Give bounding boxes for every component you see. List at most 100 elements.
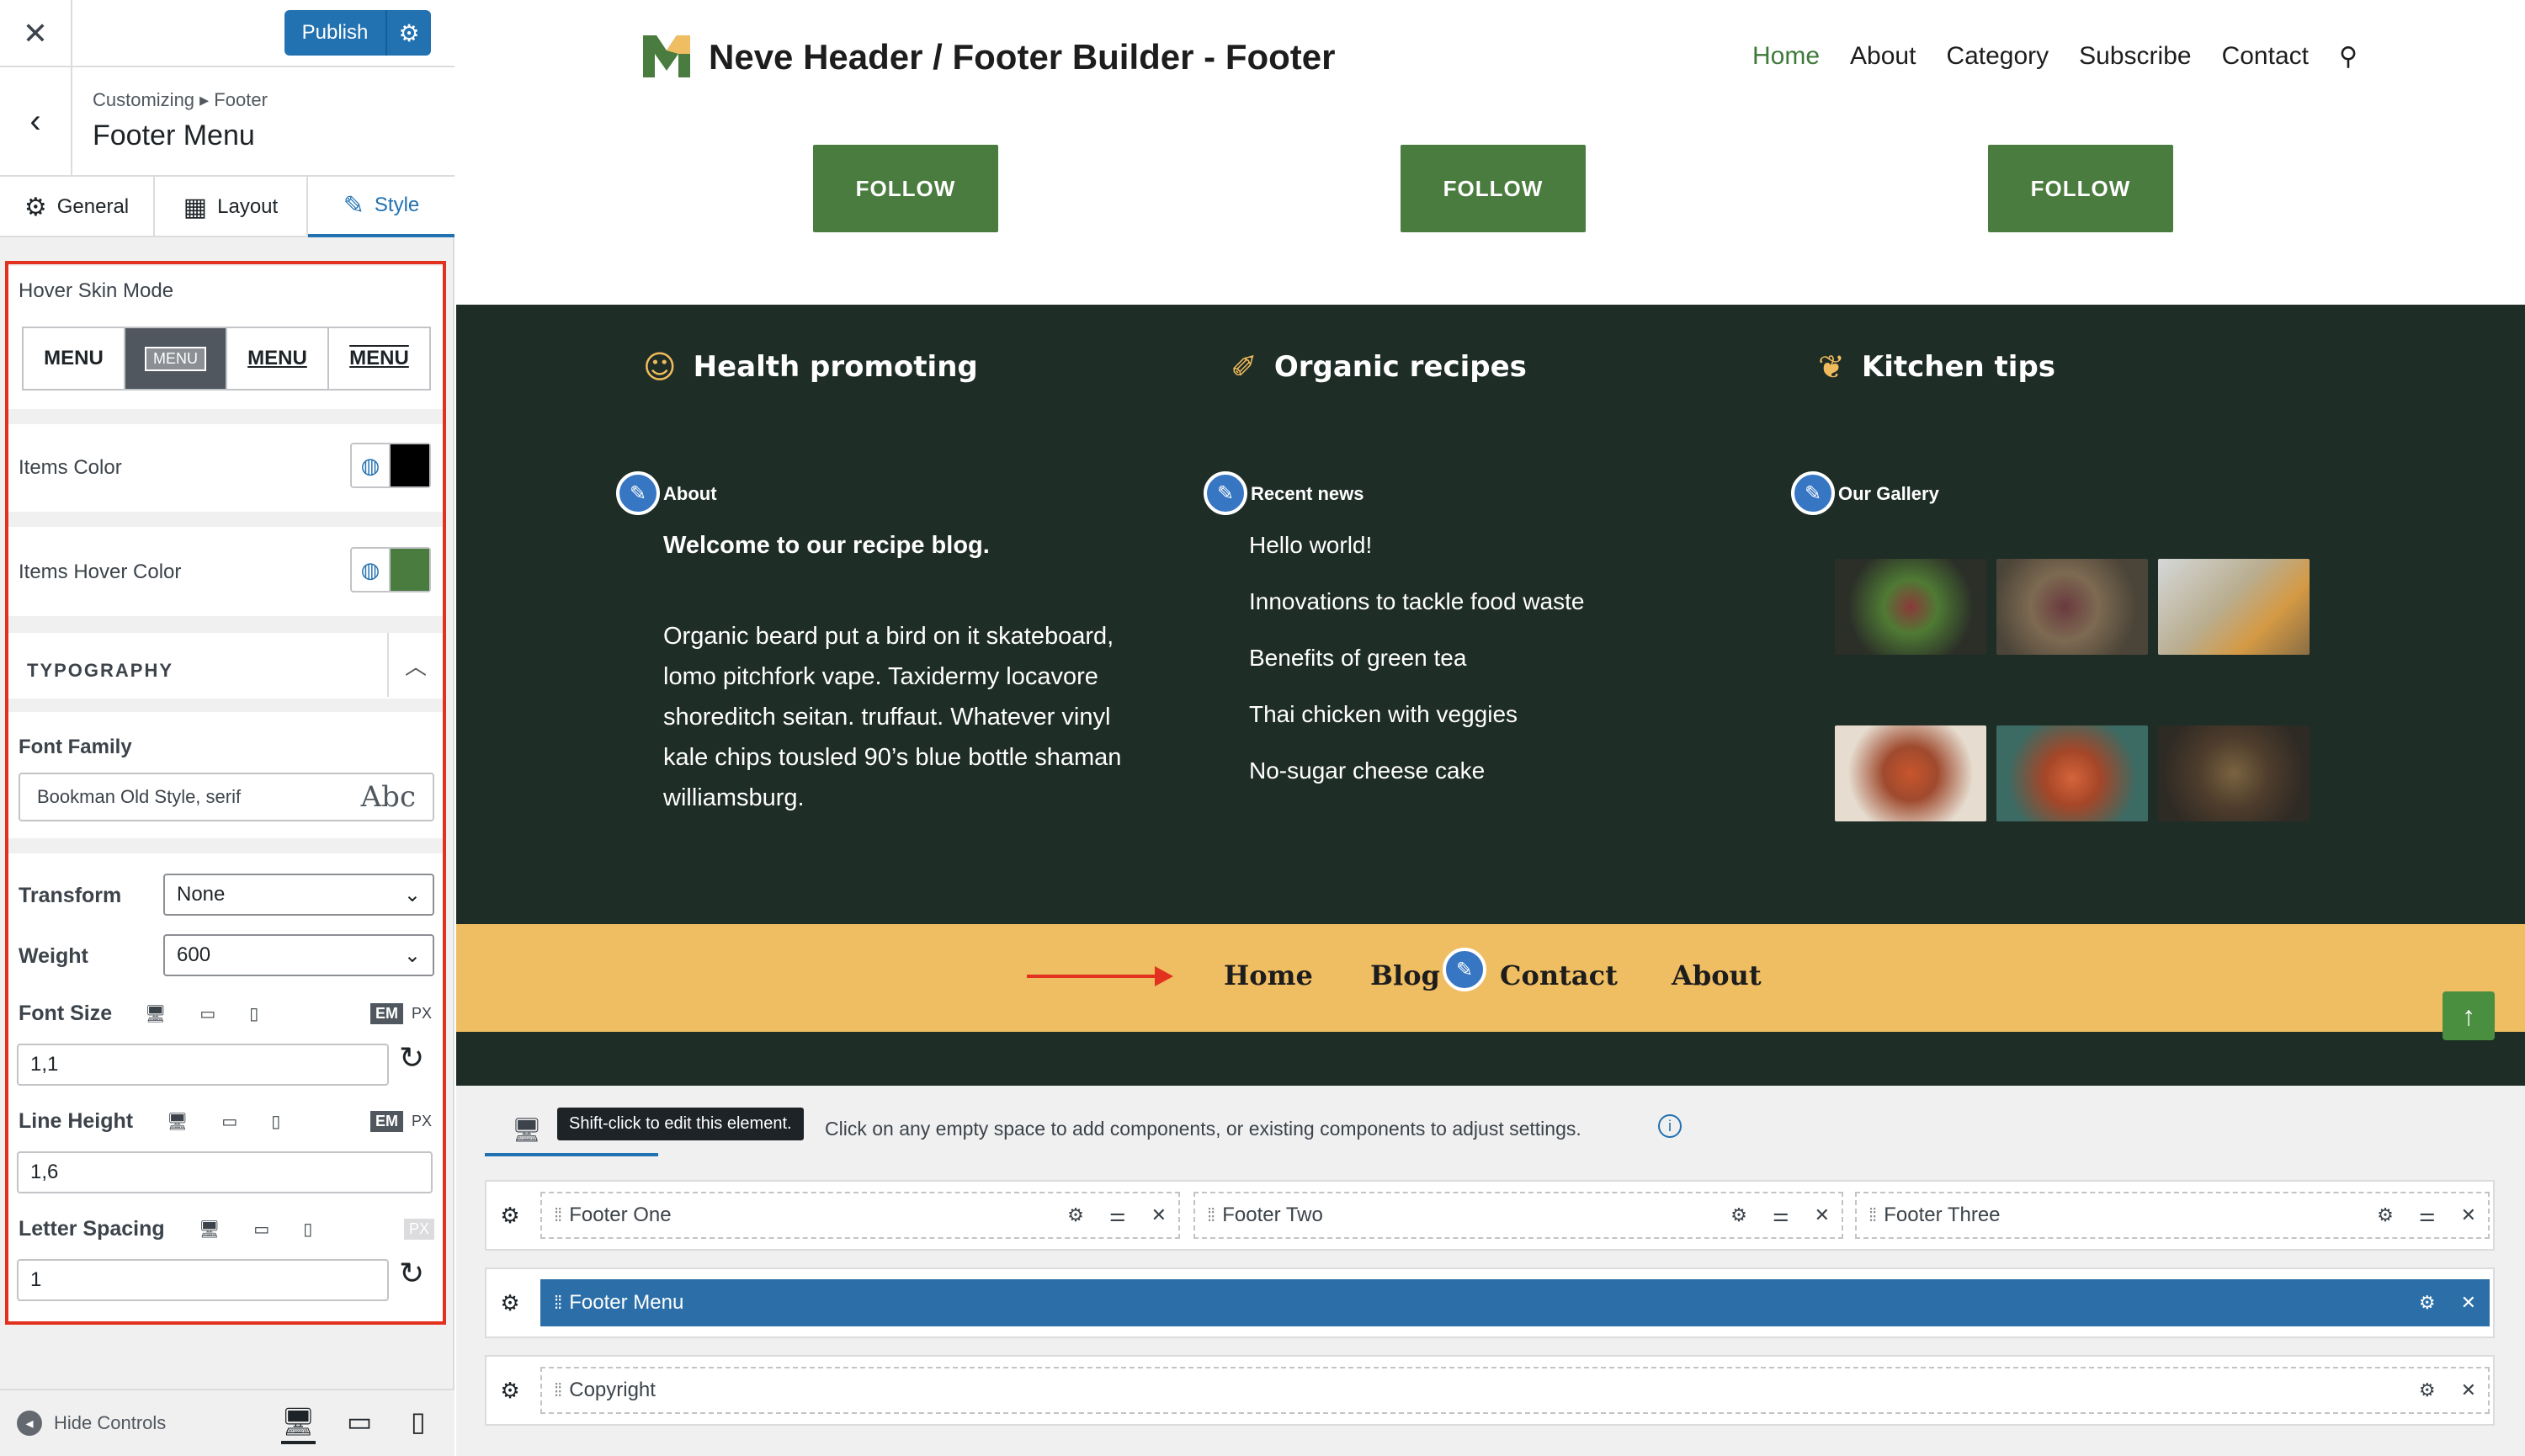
hide-controls-button[interactable]: ◂ Hide Controls bbox=[17, 1411, 166, 1436]
tab-layout[interactable]: ▦ Layout bbox=[155, 177, 308, 237]
mobile-icon[interactable]: ▯ bbox=[303, 1219, 312, 1240]
footer-menu-blog[interactable]: Blog bbox=[1370, 959, 1440, 991]
close-icon[interactable]: ✕ bbox=[2461, 1292, 2476, 1314]
color-swatch[interactable] bbox=[391, 549, 429, 591]
component-footer-menu[interactable]: ⁞⁞ Footer Menu ⚙ ✕ bbox=[540, 1279, 2490, 1326]
drag-handle-icon[interactable]: ⁞⁞ bbox=[554, 1379, 562, 1401]
gallery-image[interactable] bbox=[2158, 725, 2310, 821]
nav-item-category[interactable]: Category bbox=[1946, 42, 2049, 72]
row-settings-gear-icon[interactable]: ⚙ bbox=[486, 1357, 534, 1424]
nav-item-subscribe[interactable]: Subscribe bbox=[2079, 42, 2191, 72]
drag-handle-icon[interactable]: ⁞⁞ bbox=[1207, 1204, 1215, 1226]
gallery-image[interactable] bbox=[2158, 559, 2310, 655]
gallery-image[interactable] bbox=[1996, 725, 2148, 821]
close-icon[interactable]: ✕ bbox=[2461, 1204, 2476, 1226]
tablet-icon[interactable]: ▭ bbox=[253, 1219, 269, 1240]
news-item[interactable]: No-sugar cheese cake bbox=[1249, 757, 1584, 814]
sliders-icon[interactable]: ⚌ bbox=[1109, 1204, 1126, 1226]
unit-em[interactable]: EM bbox=[370, 1111, 403, 1132]
skin-option-plain[interactable]: MENU bbox=[24, 328, 125, 389]
drag-handle-icon[interactable]: ⁞⁞ bbox=[554, 1204, 562, 1226]
component-footer-three[interactable]: ⁞⁞ Footer Three ⚙ ⚌ ✕ bbox=[1855, 1192, 2490, 1239]
component-footer-one[interactable]: ⁞⁞ Footer One ⚙ ⚌ ✕ bbox=[540, 1192, 1180, 1239]
drag-handle-icon[interactable]: ⁞⁞ bbox=[554, 1292, 562, 1314]
desktop-icon[interactable]: 🖥 bbox=[512, 1116, 542, 1144]
gallery-image[interactable] bbox=[1996, 559, 2148, 655]
close-icon[interactable]: ✕ bbox=[1151, 1204, 1167, 1226]
edit-pencil-icon[interactable]: ✎ bbox=[1204, 471, 1247, 515]
back-chevron-icon[interactable]: ‹ bbox=[0, 67, 72, 175]
edit-pencil-icon[interactable]: ✎ bbox=[1791, 471, 1835, 515]
gear-icon[interactable]: ⚙ bbox=[2419, 1379, 2436, 1401]
chevron-up-icon[interactable]: ︿ bbox=[387, 633, 443, 697]
site-title[interactable]: Neve Header / Footer Builder - Footer bbox=[709, 37, 1335, 77]
gear-icon[interactable]: ⚙ bbox=[2377, 1204, 2394, 1226]
sliders-icon[interactable]: ⚌ bbox=[1773, 1204, 1789, 1226]
skin-option-border[interactable]: MENU bbox=[329, 328, 429, 389]
close-icon[interactable]: ✕ bbox=[2461, 1379, 2476, 1401]
edit-pencil-icon[interactable]: ✎ bbox=[616, 471, 660, 515]
news-item[interactable]: Hello world! bbox=[1249, 532, 1584, 588]
unit-px[interactable]: PX bbox=[412, 1005, 432, 1023]
footer-menu-contact[interactable]: Contact bbox=[1500, 959, 1618, 991]
desktop-icon[interactable]: 🖥 bbox=[167, 1111, 188, 1132]
tablet-icon[interactable]: ▭ bbox=[199, 1003, 215, 1024]
font-size-input[interactable]: 1,1 bbox=[17, 1044, 389, 1086]
skin-option-underline[interactable]: MENU bbox=[227, 328, 329, 389]
site-logo[interactable] bbox=[640, 29, 694, 82]
desktop-icon[interactable]: 🖥 bbox=[145, 1003, 166, 1024]
preview-mobile-icon[interactable]: ▯ bbox=[411, 1406, 426, 1437]
weight-select[interactable]: 600 ⌄ bbox=[163, 934, 434, 976]
row-settings-gear-icon[interactable]: ⚙ bbox=[486, 1269, 534, 1336]
letter-spacing-input[interactable]: 1 bbox=[17, 1259, 389, 1301]
skin-option-filled[interactable]: MENU bbox=[125, 328, 227, 389]
search-icon[interactable]: ⚲ bbox=[2339, 42, 2358, 72]
gallery-image[interactable] bbox=[1835, 725, 1986, 821]
items-hover-color-picker[interactable]: ◍ bbox=[350, 547, 431, 592]
line-height-input[interactable]: 1,6 bbox=[17, 1151, 433, 1193]
globe-icon[interactable]: ◍ bbox=[352, 444, 391, 486]
unit-em[interactable]: EM bbox=[370, 1003, 403, 1024]
desktop-icon[interactable]: 🖥 bbox=[199, 1219, 220, 1240]
color-swatch[interactable] bbox=[391, 444, 429, 486]
follow-button[interactable]: FOLLOW bbox=[813, 145, 998, 232]
footer-menu-about[interactable]: About bbox=[1672, 959, 1762, 991]
gear-icon[interactable]: ⚙ bbox=[1067, 1204, 1084, 1226]
edit-pencil-icon[interactable]: ✎ bbox=[1443, 948, 1486, 991]
tab-general[interactable]: ⚙ General bbox=[0, 177, 155, 237]
sliders-icon[interactable]: ⚌ bbox=[2419, 1204, 2436, 1226]
unit-px[interactable]: PX bbox=[404, 1219, 435, 1240]
globe-icon[interactable]: ◍ bbox=[352, 549, 391, 591]
row-settings-gear-icon[interactable]: ⚙ bbox=[486, 1182, 534, 1249]
component-footer-two[interactable]: ⁞⁞ Footer Two ⚙ ⚌ ✕ bbox=[1193, 1192, 1843, 1239]
footer-menu-home[interactable]: Home bbox=[1224, 959, 1313, 991]
news-item[interactable]: Innovations to tackle food waste bbox=[1249, 588, 1584, 645]
nav-item-contact[interactable]: Contact bbox=[2222, 42, 2309, 72]
tab-style[interactable]: ✎ Style bbox=[308, 177, 454, 237]
news-item[interactable]: Benefits of green tea bbox=[1249, 645, 1584, 701]
component-copyright[interactable]: ⁞⁞ Copyright ⚙ ✕ bbox=[540, 1367, 2490, 1414]
font-family-picker[interactable]: Bookman Old Style, serif Abc bbox=[19, 773, 434, 821]
drag-handle-icon[interactable]: ⁞⁞ bbox=[1868, 1204, 1877, 1226]
news-item[interactable]: Thai chicken with veggies bbox=[1249, 701, 1584, 757]
nav-item-about[interactable]: About bbox=[1850, 42, 1916, 72]
typography-header[interactable]: TYPOGRAPHY ︿ bbox=[8, 633, 443, 699]
close-icon[interactable]: ✕ bbox=[0, 0, 72, 67]
gear-icon[interactable]: ⚙ bbox=[1730, 1204, 1747, 1226]
tablet-icon[interactable]: ▭ bbox=[221, 1111, 237, 1132]
mobile-icon[interactable]: ▯ bbox=[271, 1111, 280, 1132]
publish-button[interactable]: Publish ⚙ bbox=[284, 10, 431, 56]
mobile-icon[interactable]: ▯ bbox=[249, 1003, 258, 1024]
nav-item-home[interactable]: Home bbox=[1752, 42, 1820, 72]
unit-px[interactable]: PX bbox=[412, 1113, 432, 1130]
info-icon[interactable]: i bbox=[1658, 1114, 1682, 1138]
publish-label[interactable]: Publish bbox=[284, 21, 385, 45]
gallery-image[interactable] bbox=[1835, 559, 1986, 655]
gear-icon[interactable]: ⚙ bbox=[2419, 1292, 2436, 1314]
preview-tablet-icon[interactable]: ▭ bbox=[347, 1406, 372, 1437]
items-color-picker[interactable]: ◍ bbox=[350, 443, 431, 488]
reset-icon[interactable]: ↻ bbox=[399, 1040, 424, 1076]
follow-button[interactable]: FOLLOW bbox=[1988, 145, 2173, 232]
scroll-to-top-arrow-icon[interactable]: ↑ bbox=[2443, 991, 2495, 1040]
follow-button[interactable]: FOLLOW bbox=[1401, 145, 1586, 232]
